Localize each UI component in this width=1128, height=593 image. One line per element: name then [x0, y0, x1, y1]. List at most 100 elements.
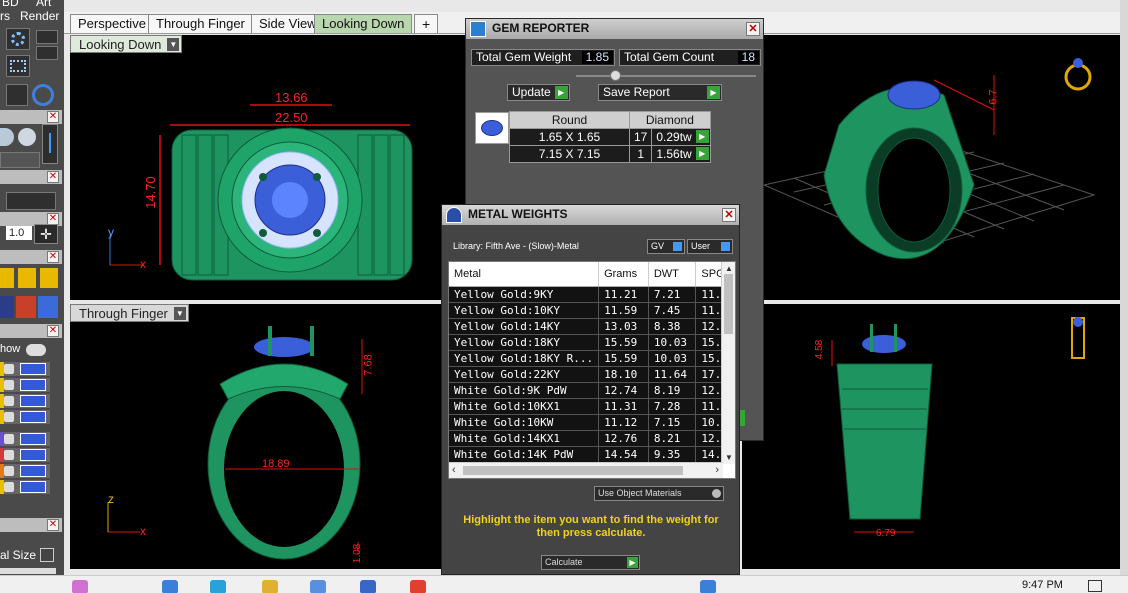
scroll-thumb[interactable]	[724, 274, 733, 334]
edge-icon[interactable]	[210, 580, 226, 593]
viewport-perspective[interactable]: 6.7	[764, 35, 1120, 300]
close-icon[interactable]: ✕	[47, 171, 59, 183]
snap-3-icon[interactable]	[40, 268, 58, 288]
lock-icon[interactable]	[4, 364, 14, 374]
layer-row[interactable]	[0, 378, 50, 392]
column-header-metal[interactable]: Metal	[449, 262, 600, 287]
lock-icon[interactable]	[4, 412, 14, 422]
table-row[interactable]: Yellow Gold:14KY 13.03 8.38 12.8	[449, 318, 735, 335]
crosshair-icon[interactable]: ✛	[34, 224, 58, 244]
snap-2-icon[interactable]	[18, 268, 36, 288]
close-icon[interactable]: ✕	[47, 251, 59, 263]
layer-row[interactable]	[0, 362, 50, 376]
palette-dropdown[interactable]	[0, 152, 40, 168]
layer-color-swatch[interactable]	[20, 379, 46, 391]
table-row[interactable]: White Gold:10KX1 11.31 7.28 11.1	[449, 398, 735, 415]
close-icon[interactable]: ✕	[746, 22, 760, 36]
value-input[interactable]: 1.0	[6, 226, 32, 240]
user-toggle[interactable]: User	[687, 239, 733, 254]
layer-row[interactable]	[0, 432, 50, 446]
scroll-left-icon[interactable]: ‹	[452, 464, 456, 476]
layer-color-swatch[interactable]	[20, 433, 46, 445]
update-button[interactable]: Update ▶	[507, 84, 570, 101]
table-row[interactable]: White Gold:14KX1 12.76 8.21 12.6	[449, 430, 735, 447]
close-icon[interactable]: ✕	[47, 111, 59, 123]
snap-icon[interactable]	[0, 268, 14, 288]
tab-looking-down[interactable]: Looking Down	[314, 14, 413, 33]
folder-icon[interactable]	[262, 580, 278, 593]
table-row[interactable]: White Gold:10KW 11.12 7.15 10.9	[449, 414, 735, 431]
table-row[interactable]: 1.65 X 1.65 17 0.29tw ▶	[509, 128, 711, 146]
lock-icon[interactable]	[4, 396, 14, 406]
lock-icon[interactable]	[4, 482, 14, 492]
gem-reporter-title-bar[interactable]: GEM REPORTER ✕	[466, 19, 763, 39]
column-header-dwt[interactable]: DWT	[648, 262, 697, 287]
table-row[interactable]: Yellow Gold:10KY 11.59 7.45 11.4	[449, 302, 735, 319]
metal-table-vertical-scrollbar[interactable]: ▲ ▼	[721, 262, 735, 464]
tab-through-finger[interactable]: Through Finger	[148, 14, 253, 33]
table-row[interactable]: White Gold:14K PdW 14.54 9.35 14.3	[449, 446, 735, 463]
layer-row[interactable]	[0, 480, 50, 494]
close-icon[interactable]: ✕	[47, 325, 59, 337]
transform-icon[interactable]	[0, 296, 14, 318]
transform-2-icon[interactable]	[16, 296, 36, 318]
layer-color-swatch[interactable]	[20, 449, 46, 461]
calculate-button[interactable]: Calculate ▶	[541, 555, 640, 570]
layer-row[interactable]	[0, 464, 50, 478]
viewport-side-view[interactable]: 6.79 4.58	[742, 304, 1120, 569]
palette-toggle-2-icon[interactable]	[36, 46, 58, 60]
cursor-tool-icon[interactable]	[6, 84, 28, 106]
lock-icon[interactable]	[4, 380, 14, 390]
layer-row[interactable]	[0, 410, 50, 424]
table-row[interactable]: Yellow Gold:18KY 15.59 10.03 15.4	[449, 334, 735, 351]
store-icon[interactable]	[310, 580, 326, 593]
close-icon[interactable]: ✕	[47, 519, 59, 531]
transform-3-icon[interactable]	[38, 296, 58, 318]
scroll-right-icon[interactable]: ›	[715, 464, 719, 476]
lock-icon[interactable]	[4, 450, 14, 460]
table-row[interactable]: White Gold:9K PdW 12.74 8.19 12.5	[449, 382, 735, 399]
viewport-looking-down[interactable]: Looking Down ▼ 13.66 22.50 14.70 y x	[70, 35, 466, 300]
layer-color-swatch[interactable]	[20, 363, 46, 375]
panel-splitter[interactable]	[576, 75, 756, 77]
splitter-handle-icon[interactable]	[610, 70, 621, 81]
layer-row[interactable]	[0, 394, 50, 408]
scroll-thumb[interactable]	[463, 466, 683, 475]
ring-tool-icon[interactable]	[32, 84, 54, 106]
clock-time[interactable]: 9:47 PM	[1022, 579, 1063, 591]
save-report-button[interactable]: Save Report ▶	[598, 84, 722, 101]
table-row[interactable]: Yellow Gold:9KY 11.21 7.21 11.0	[449, 286, 735, 303]
gem-tool-icon[interactable]	[6, 28, 30, 50]
pave-tool-icon[interactable]	[6, 55, 30, 77]
layer-color-swatch[interactable]	[20, 411, 46, 423]
app-icon[interactable]	[700, 580, 716, 593]
close-icon[interactable]: ✕	[722, 208, 736, 222]
table-row[interactable]: 7.15 X 7.15 1 1.56tw ▶	[509, 145, 711, 163]
viewport-through-finger[interactable]: Through Finger ▼ 18.89 7.68 1.08 z x	[70, 304, 442, 569]
right-scrollbar[interactable]	[1120, 0, 1128, 575]
play-arrow-icon[interactable]: ▶	[695, 130, 709, 143]
chrome-icon[interactable]	[410, 580, 426, 593]
sphere-icon[interactable]	[0, 128, 14, 146]
layer-color-swatch[interactable]	[20, 395, 46, 407]
lock-icon[interactable]	[4, 466, 14, 476]
palette-toggle-icon[interactable]	[36, 30, 58, 44]
sphere-2-icon[interactable]	[18, 128, 36, 146]
play-arrow-icon[interactable]: ▶	[695, 147, 709, 160]
notification-icon[interactable]	[1088, 580, 1102, 592]
layer-color-swatch[interactable]	[20, 465, 46, 477]
lock-icon[interactable]	[4, 434, 14, 444]
metal-weights-title-bar[interactable]: METAL WEIGHTS ✕	[442, 205, 739, 225]
layer-color-swatch[interactable]	[20, 481, 46, 493]
column-header-grams[interactable]: Grams	[598, 262, 649, 287]
slider-track[interactable]	[42, 124, 58, 164]
layer-row[interactable]	[0, 448, 50, 462]
size-toggle-icon[interactable]	[40, 548, 54, 562]
tab-perspective[interactable]: Perspective	[70, 14, 154, 33]
table-row[interactable]: Yellow Gold:18KY R... 15.59 10.03 15.4	[449, 350, 735, 367]
add-tab-button[interactable]: +	[414, 14, 439, 33]
eye-icon[interactable]	[26, 344, 46, 356]
palette-scroll[interactable]	[0, 568, 56, 574]
palette-button[interactable]	[6, 192, 56, 210]
app-icon[interactable]	[72, 580, 88, 593]
